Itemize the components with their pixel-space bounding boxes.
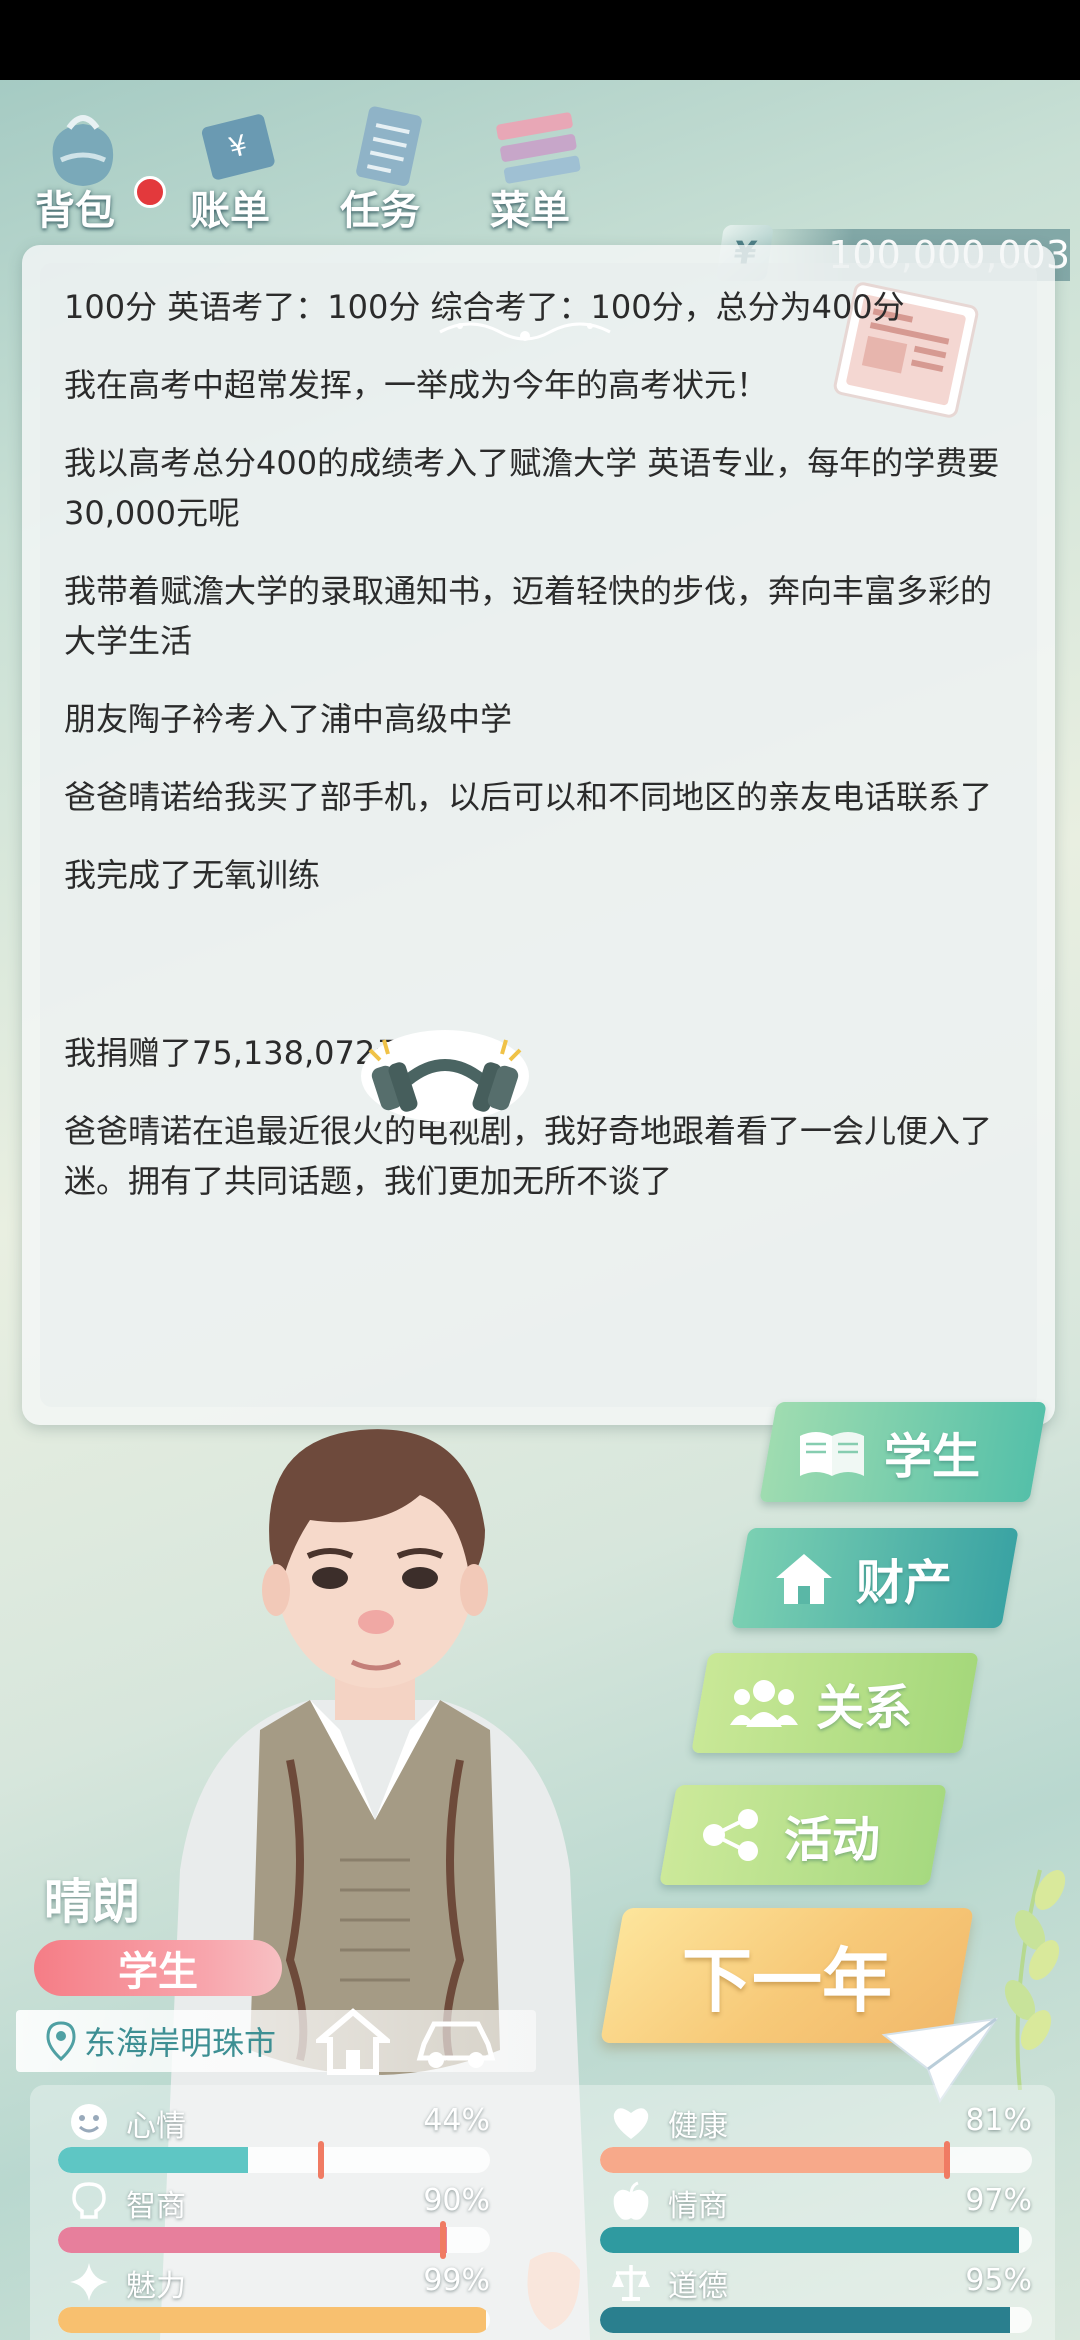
stat-marker [944, 2141, 950, 2179]
story-entry: 爸爸晴诺给我买了部手机，以后可以和不同地区的亲友电话联系了 [64, 778, 993, 816]
stat-value: 44% [423, 2103, 490, 2138]
stat-bar [600, 2147, 1032, 2173]
stat-marker [318, 2141, 324, 2179]
stat-eq: 情商 97% [572, 2175, 1032, 2253]
relations-category-label: 关系 [816, 1680, 913, 1736]
house-icon [776, 1554, 832, 1604]
task-button[interactable]: 任务 [320, 80, 450, 240]
heart-icon [613, 2108, 649, 2139]
stat-bar-fill [600, 2227, 1020, 2253]
stat-bar [58, 2147, 490, 2173]
bill-label: 账单 [190, 188, 270, 234]
character-name: 晴朗 [44, 1874, 141, 1930]
home-icon[interactable] [316, 2006, 390, 2076]
stat-bar-fill [58, 2307, 486, 2333]
stat-bar [58, 2227, 490, 2253]
assets-category-button[interactable]: 财产 [731, 1528, 1019, 1628]
stat-bar-fill [600, 2307, 1011, 2333]
story-entry: 我在高考中超常发挥，一举成为今年的高考状元！ [64, 366, 769, 404]
assets-category-label: 财产 [856, 1555, 953, 1611]
stat-value: 97% [965, 2183, 1032, 2218]
story-entry: 我带着赋澹大学的录取通知书，迈着轻快的步伐，奔向丰富多彩的大学生活 [64, 572, 993, 660]
stat-bar-fill [600, 2147, 950, 2173]
stat-value: 95% [965, 2263, 1032, 2298]
backpack-label: 背包 [35, 188, 115, 234]
stat-charm: 魅力 99% [30, 2255, 490, 2333]
sparkle-icon [70, 2263, 108, 2301]
stat-marker [440, 2221, 446, 2259]
activities-category-button[interactable]: 活动 [659, 1785, 947, 1885]
bill-button[interactable]: ¥ 账单 [170, 80, 300, 240]
stat-value: 81% [965, 2103, 1032, 2138]
stat-morality: 道德 95% [572, 2255, 1032, 2333]
stat-label: 情商 [668, 2189, 728, 2224]
stat-label: 心情 [126, 2109, 186, 2144]
stat-health: 健康 81% [572, 2095, 1032, 2179]
car-icon[interactable] [414, 2010, 498, 2072]
story-entry: 我完成了无氧训练 [64, 856, 321, 894]
smiley-icon [71, 2104, 107, 2140]
student-category-label: 学生 [884, 1429, 981, 1485]
stat-label: 魅力 [126, 2269, 186, 2304]
top-toolbar: 背包 ¥ 账单 任务 菜单 100,000,003 [0, 80, 1080, 281]
stat-value: 90% [423, 2183, 490, 2218]
bulb-icon [72, 2182, 106, 2219]
apple-icon [613, 2181, 649, 2220]
stat-mood: 心情 44% [30, 2095, 490, 2179]
student-category-button[interactable]: 学生 [759, 1402, 1047, 1502]
stats-panel: 心情 44% 健康 81% 智商 90% 情商 97% 魅力 99% 道德 95… [30, 2085, 1055, 2340]
share-nodes-icon [703, 1809, 758, 1861]
stat-iq: 智商 90% [30, 2175, 490, 2259]
scale-icon [612, 2265, 650, 2301]
activities-category-label: 活动 [784, 1812, 881, 1868]
relations-category-button[interactable]: 关系 [691, 1653, 979, 1753]
story-entry: 朋友陶子衿考入了浦中高级中学 [64, 700, 513, 738]
menu-button[interactable]: 菜单 [470, 80, 600, 240]
notification-dot [134, 176, 166, 208]
location-label: 东海岸明珠市 [84, 2024, 277, 2062]
stat-label: 智商 [126, 2189, 186, 2224]
location-pin-icon [46, 2021, 76, 2061]
menu-label: 菜单 [490, 188, 570, 234]
stat-value: 99% [423, 2263, 490, 2298]
stat-bar [600, 2227, 1032, 2253]
stat-bar-fill [58, 2147, 249, 2173]
status-bar [0, 0, 1080, 80]
stat-bar [58, 2307, 490, 2333]
stat-label: 道德 [668, 2269, 728, 2304]
stat-label: 健康 [668, 2109, 728, 2144]
stat-bar-fill [58, 2227, 447, 2253]
stat-bar [600, 2307, 1032, 2333]
task-label: 任务 [340, 188, 420, 234]
book-icon [800, 1432, 864, 1476]
people-icon [730, 1680, 798, 1727]
story-entry: 我以高考总分400的成绩考入了赋澹大学 英语专业，每年的学费要30,000元呢 [64, 444, 1000, 532]
backpack-button[interactable]: 背包 [15, 80, 145, 240]
role-badge: 学生 [34, 1940, 282, 1996]
dumbbell-icon [361, 1030, 529, 1122]
story-entry: 100分 英语考了：100分 综合考了：100分，总分为400分 [64, 288, 905, 326]
